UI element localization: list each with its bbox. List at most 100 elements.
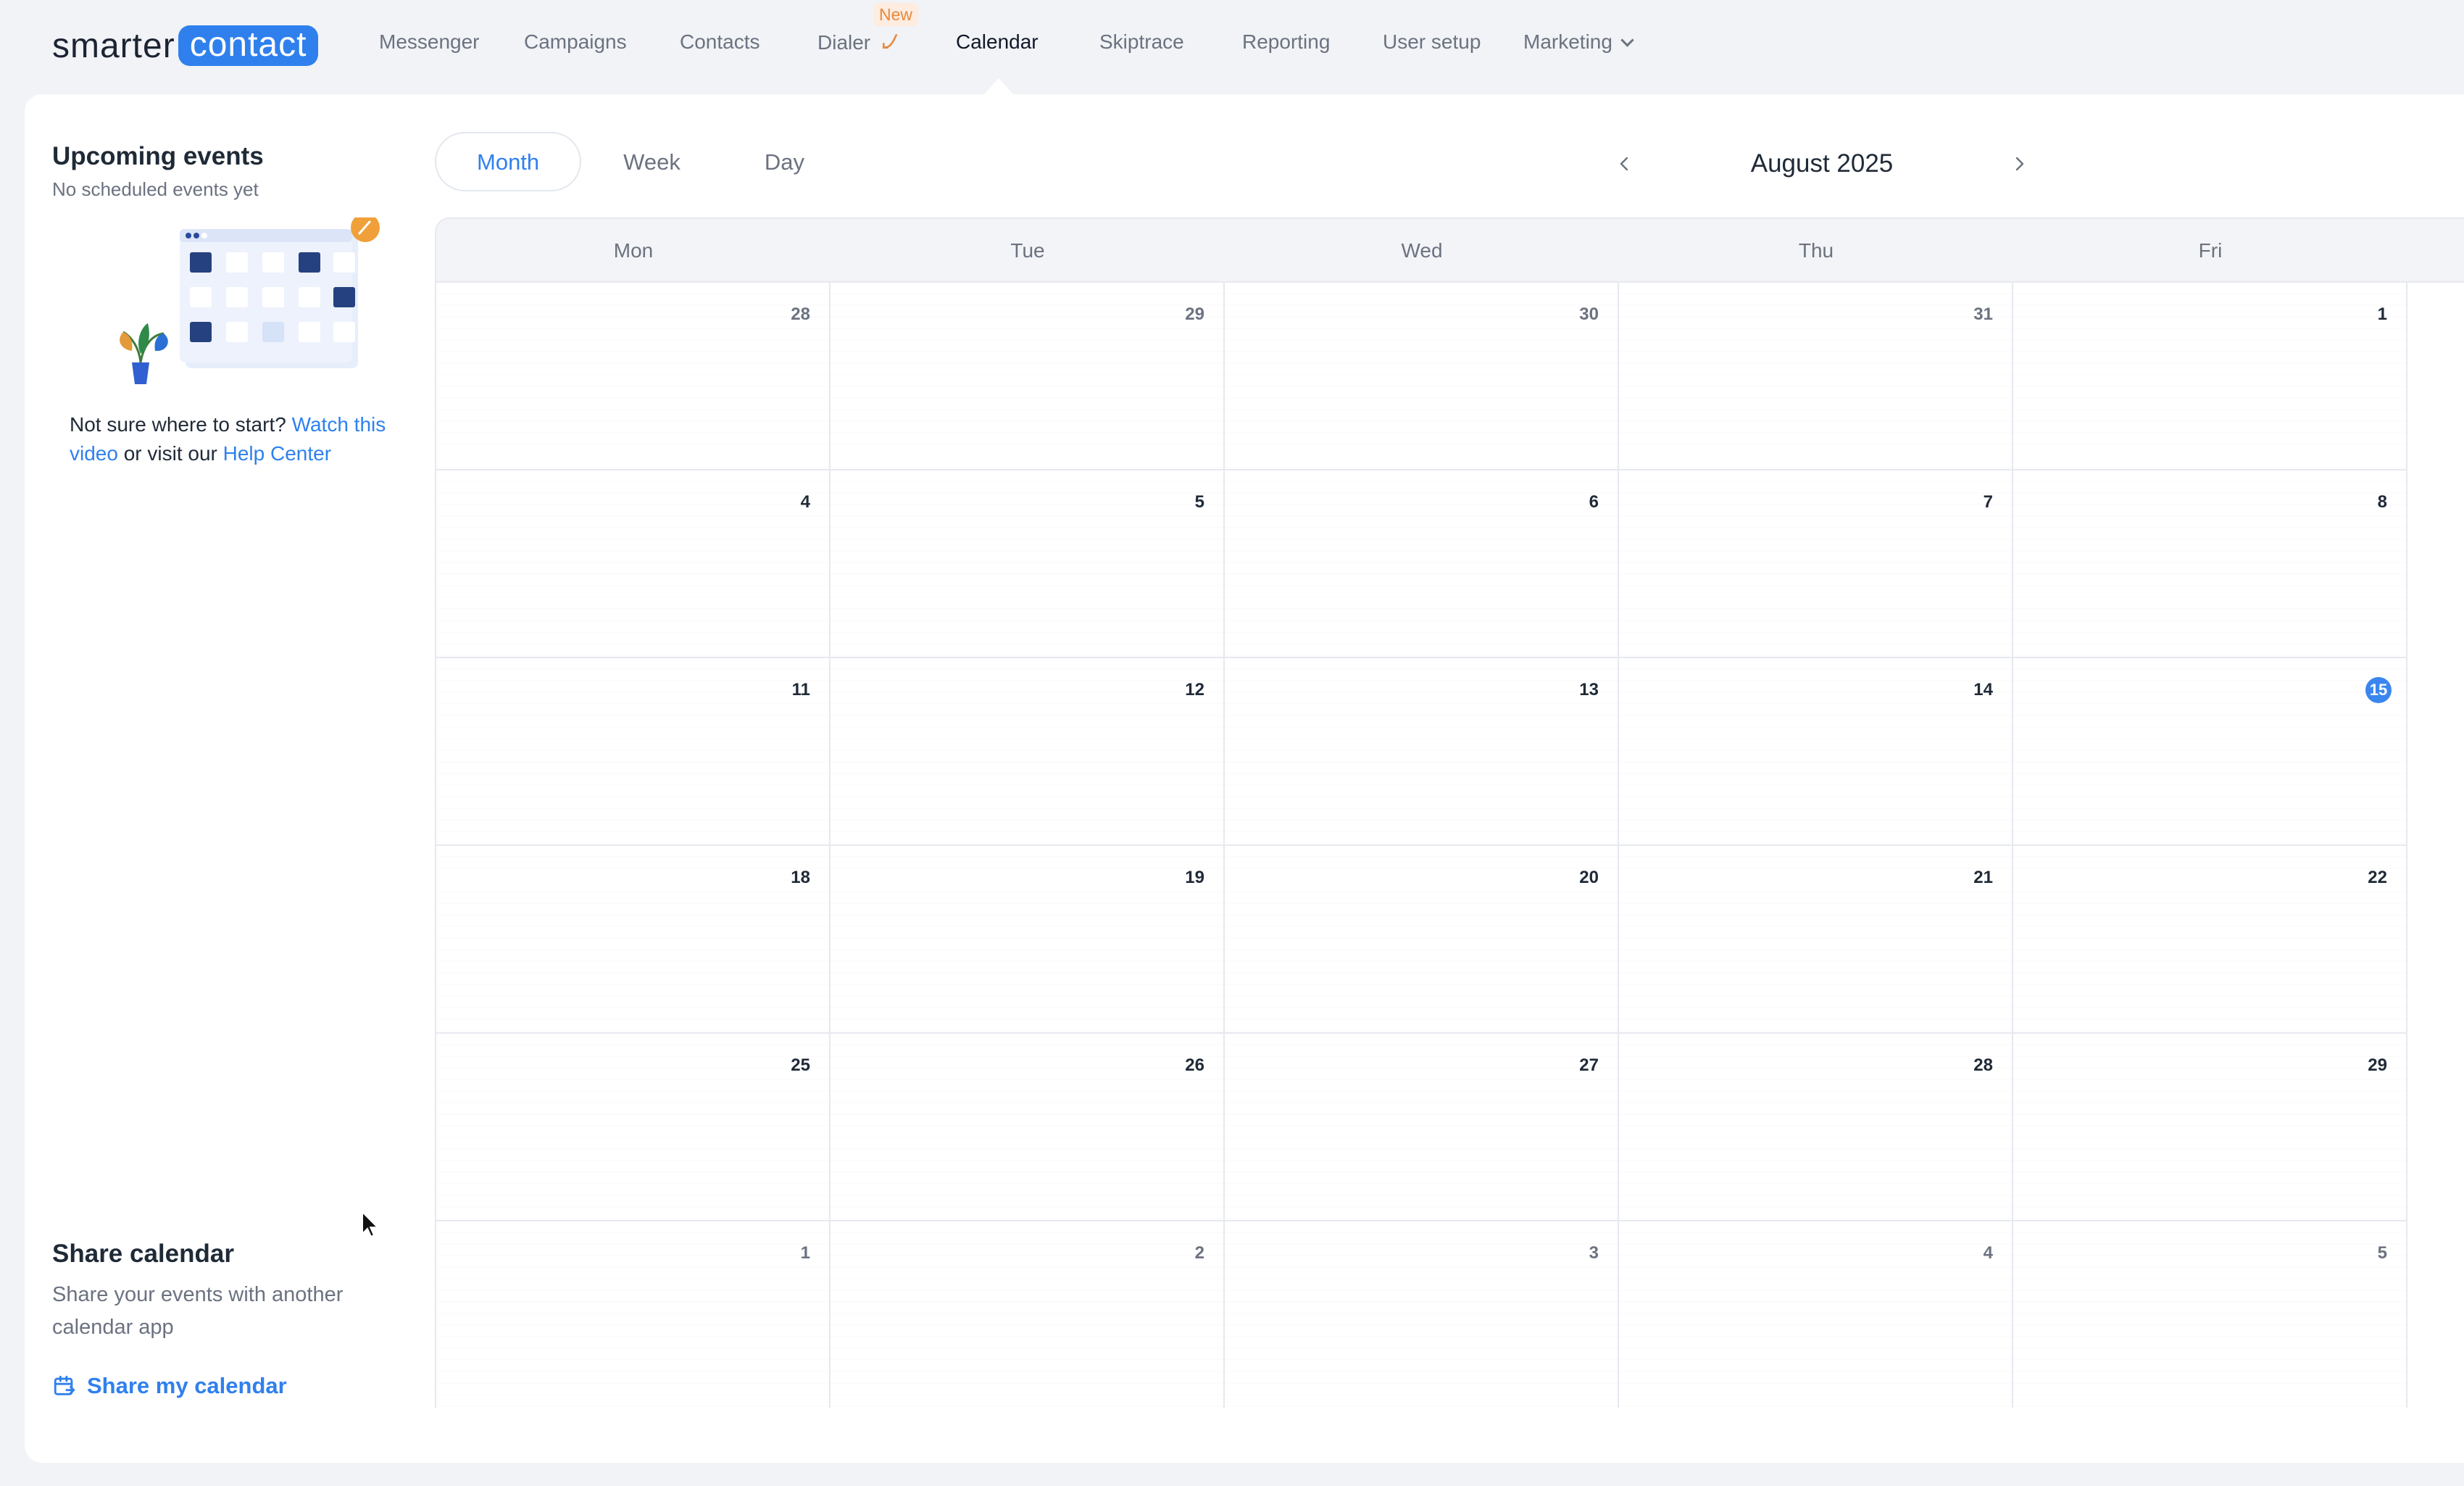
day-number: 1 bbox=[800, 1243, 810, 1263]
day-cell[interactable]: 11 bbox=[436, 658, 831, 846]
active-nav-pointer bbox=[984, 78, 1013, 94]
tab-day[interactable]: Day bbox=[723, 132, 846, 191]
day-cell[interactable]: 2 bbox=[831, 1221, 1225, 1408]
day-cell[interactable]: 5 bbox=[2013, 1221, 2407, 1408]
nav-marketing[interactable]: Marketing bbox=[1523, 30, 1634, 54]
chevron-down-icon bbox=[1620, 33, 1634, 47]
day-number: 29 bbox=[2368, 1055, 2387, 1075]
chevron-left-icon bbox=[1620, 157, 1628, 171]
nav-dialer[interactable]: Dialer bbox=[817, 30, 899, 54]
day-number: 31 bbox=[1973, 304, 1993, 324]
day-cell[interactable]: 1 bbox=[2013, 283, 2407, 470]
weekday-fri: Fri bbox=[2198, 239, 2223, 262]
day-number: 26 bbox=[1185, 1055, 1204, 1075]
weekday-tue: Tue bbox=[1010, 239, 1045, 262]
day-cell[interactable]: 28 bbox=[436, 283, 831, 470]
day-cell[interactable]: 8 bbox=[2013, 470, 2407, 658]
nav-calendar[interactable]: Calendar bbox=[956, 30, 1039, 54]
main-card: Upcoming events No scheduled events yet bbox=[25, 94, 2464, 1463]
day-cell[interactable]: 27 bbox=[1225, 1034, 1619, 1221]
day-cell[interactable]: 26 bbox=[831, 1034, 1225, 1221]
mouse-cursor-icon bbox=[362, 1211, 380, 1238]
upcoming-events-subtitle: No scheduled events yet bbox=[52, 178, 259, 200]
nav-contacts[interactable]: Contacts bbox=[680, 30, 760, 54]
new-badge: New bbox=[873, 3, 919, 26]
nav-user-setup[interactable]: User setup bbox=[1383, 30, 1481, 54]
top-nav: smarter contact Messenger Campaigns Cont… bbox=[0, 0, 2464, 94]
next-month-button[interactable] bbox=[1999, 144, 2039, 184]
day-number: 28 bbox=[791, 304, 810, 324]
day-number: 8 bbox=[2377, 492, 2387, 512]
day-number: 28 bbox=[1973, 1055, 1993, 1075]
logo-text-contact: contact bbox=[178, 25, 319, 66]
day-number: 20 bbox=[1579, 868, 1599, 887]
prev-month-button[interactable] bbox=[1604, 144, 1645, 184]
help-center-link[interactable]: Help Center bbox=[223, 442, 331, 465]
day-cell[interactable]: 25 bbox=[436, 1034, 831, 1221]
calendar-illustration bbox=[120, 217, 380, 384]
day-number: 5 bbox=[2377, 1243, 2387, 1263]
day-cell[interactable]: 30 bbox=[1225, 283, 1619, 470]
day-cell[interactable]: 12 bbox=[831, 658, 1225, 846]
nav-dialer-label: Dialer bbox=[817, 31, 871, 54]
day-number: 25 bbox=[791, 1055, 810, 1075]
day-cell[interactable]: 19 bbox=[831, 846, 1225, 1034]
day-cell[interactable]: 7 bbox=[1619, 470, 2013, 658]
day-number: 3 bbox=[1589, 1243, 1599, 1263]
calendar-grid: Mon Tue Wed Thu Fri 28 29 30 31 1 4 5 6 7 8 11 12 13 14 15… bbox=[435, 217, 2464, 1408]
weekday-wed: Wed bbox=[1401, 239, 1443, 262]
nav-campaigns[interactable]: Campaigns bbox=[524, 30, 627, 54]
day-cell[interactable]: 29 bbox=[831, 283, 1225, 470]
day-number: 11 bbox=[791, 680, 810, 700]
day-number: 18 bbox=[791, 868, 810, 887]
chevron-right-icon bbox=[2015, 157, 2024, 171]
nav-skiptrace[interactable]: Skiptrace bbox=[1099, 30, 1184, 54]
day-cell[interactable]: 28 bbox=[1619, 1034, 2013, 1221]
day-number: 30 bbox=[1579, 304, 1599, 324]
day-number: 6 bbox=[1589, 492, 1599, 512]
logo[interactable]: smarter contact bbox=[52, 25, 319, 67]
day-number: 4 bbox=[800, 492, 810, 512]
day-cell[interactable]: 21 bbox=[1619, 846, 2013, 1034]
nav-reporting[interactable]: Reporting bbox=[1242, 30, 1330, 54]
help-text: Not sure where to start? Watch this vide… bbox=[70, 410, 410, 468]
day-cell[interactable]: 5 bbox=[831, 470, 1225, 658]
day-cell[interactable]: 31 bbox=[1619, 283, 2013, 470]
share-calendar-title: Share calendar bbox=[52, 1240, 234, 1268]
day-number: 2 bbox=[1194, 1243, 1204, 1263]
day-cell[interactable]: 4 bbox=[1619, 1221, 2013, 1408]
day-cell[interactable]: 18 bbox=[436, 846, 831, 1034]
day-cell[interactable]: 4 bbox=[436, 470, 831, 658]
phone-icon bbox=[882, 34, 897, 49]
day-cell[interactable]: 6 bbox=[1225, 470, 1619, 658]
day-cell[interactable]: 1 bbox=[436, 1221, 831, 1408]
month-navigation: August 2025 bbox=[1604, 144, 2039, 184]
upcoming-events-title: Upcoming events bbox=[52, 142, 264, 170]
day-number: 27 bbox=[1579, 1055, 1599, 1075]
weekday-mon: Mon bbox=[613, 239, 654, 262]
help-prefix: Not sure where to start? bbox=[70, 413, 292, 436]
day-number: 29 bbox=[1185, 304, 1204, 324]
day-cell[interactable]: 29 bbox=[2013, 1034, 2407, 1221]
weekday-header-row: Mon Tue Wed Thu Fri bbox=[436, 219, 2464, 283]
day-cell[interactable]: 14 bbox=[1619, 658, 2013, 846]
day-number: 12 bbox=[1185, 680, 1204, 700]
month-title: August 2025 bbox=[1750, 149, 1894, 178]
day-cell[interactable]: 13 bbox=[1225, 658, 1619, 846]
day-number: 15 bbox=[2365, 677, 2392, 703]
day-cell[interactable]: 3 bbox=[1225, 1221, 1619, 1408]
day-cell[interactable]: 15 bbox=[2013, 658, 2407, 846]
day-number: 4 bbox=[1983, 1243, 1993, 1263]
share-calendar-subtitle: Share your events with another calendar … bbox=[52, 1283, 344, 1339]
nav-marketing-label: Marketing bbox=[1523, 30, 1612, 53]
view-tabs: Month Week Day bbox=[435, 132, 846, 191]
tab-month[interactable]: Month bbox=[435, 132, 582, 191]
day-cell[interactable]: 22 bbox=[2013, 846, 2407, 1034]
day-number: 5 bbox=[1194, 492, 1204, 512]
tab-week[interactable]: Week bbox=[581, 132, 723, 191]
day-number: 19 bbox=[1185, 868, 1204, 887]
day-number: 13 bbox=[1579, 680, 1599, 700]
share-my-calendar-button[interactable]: Share my calendar bbox=[52, 1373, 287, 1399]
day-cell[interactable]: 20 bbox=[1225, 846, 1619, 1034]
nav-messenger[interactable]: Messenger bbox=[379, 30, 480, 54]
